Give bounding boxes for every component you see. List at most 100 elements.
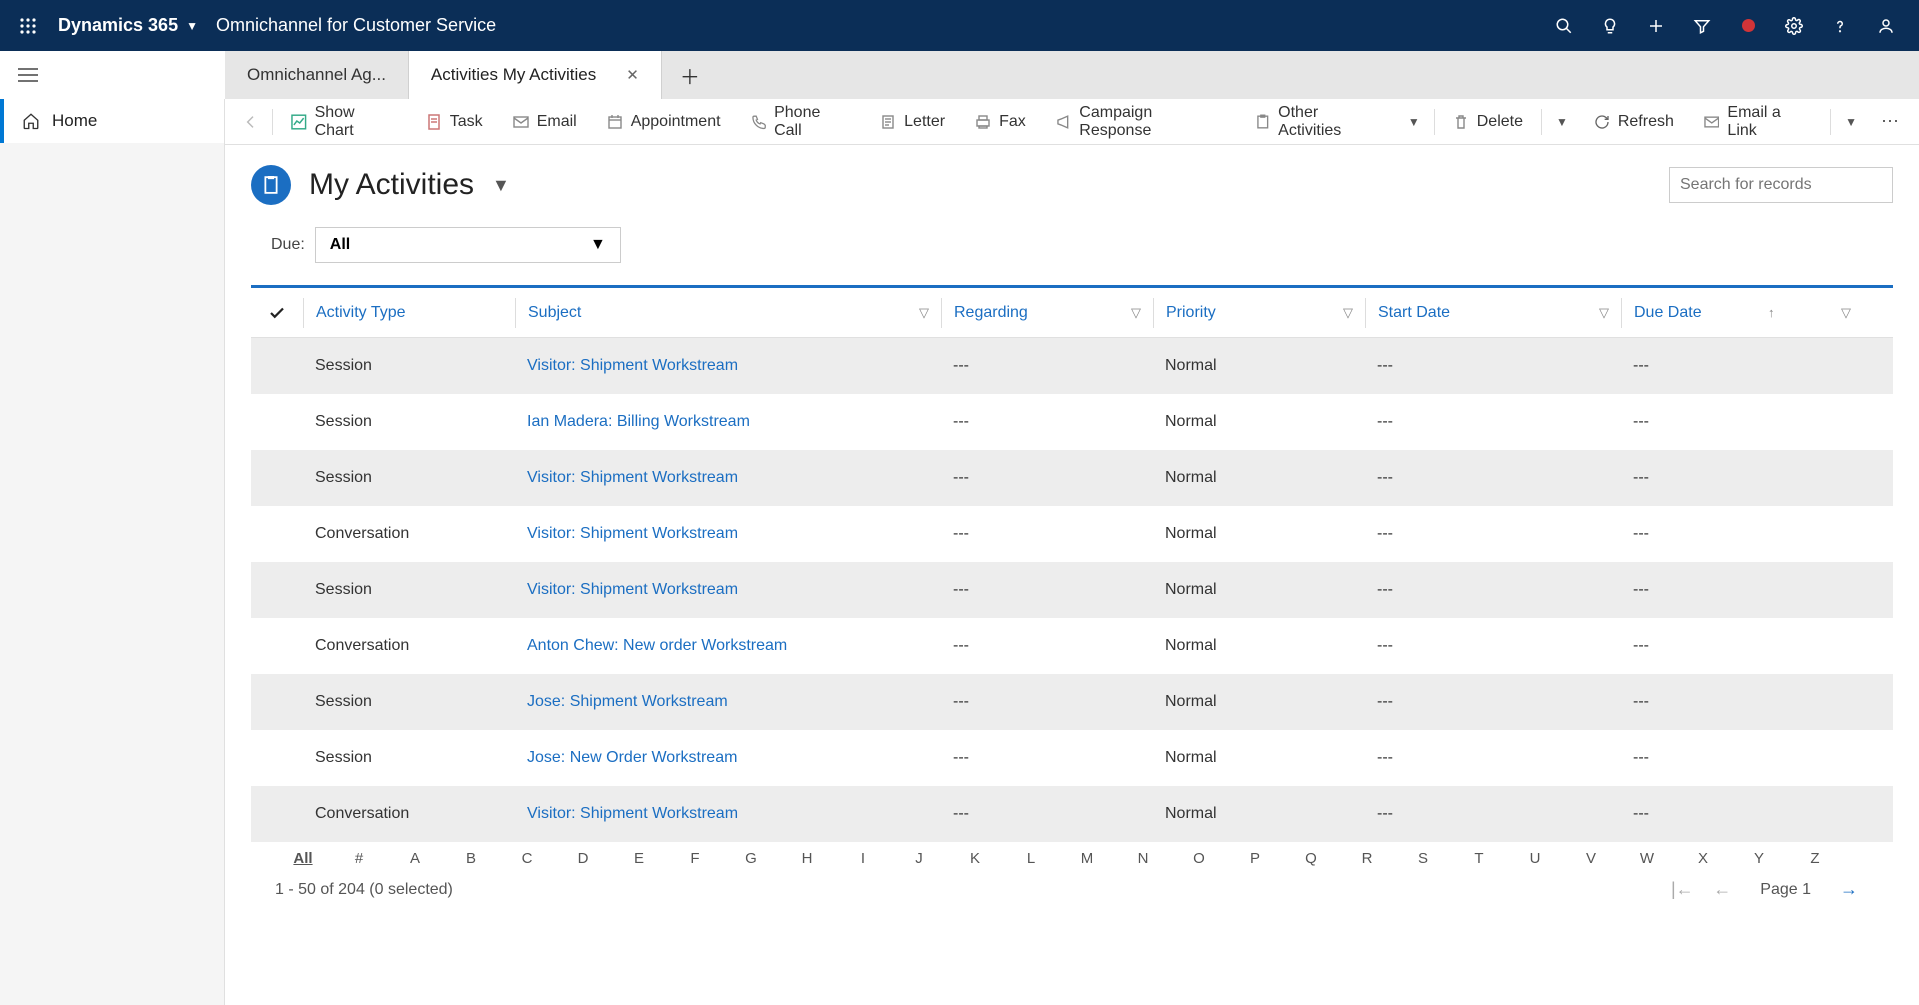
prev-page-button[interactable]: ← [1702, 879, 1742, 900]
table-row[interactable]: SessionVisitor: Shipment Workstream---No… [251, 338, 1893, 394]
settings-icon[interactable] [1771, 0, 1817, 51]
alpha-filter-a[interactable]: A [387, 850, 443, 867]
select-all-checkbox[interactable] [251, 298, 303, 328]
tab-activities[interactable]: Activities My Activities ✕ [409, 51, 662, 99]
alpha-filter-all[interactable]: All [275, 850, 331, 867]
table-row[interactable]: SessionIan Madera: Billing Workstream---… [251, 394, 1893, 450]
column-due-date[interactable]: Due Date↑▽ [1621, 298, 1863, 328]
fax-button[interactable]: Fax [961, 99, 1040, 145]
hamburger-icon[interactable] [18, 67, 38, 83]
close-icon[interactable]: ✕ [626, 66, 639, 84]
lightbulb-icon[interactable] [1587, 0, 1633, 51]
table-row[interactable]: ConversationVisitor: Shipment Workstream… [251, 786, 1893, 842]
next-page-button[interactable]: → [1829, 879, 1869, 900]
alpha-filter-w[interactable]: W [1619, 850, 1675, 867]
column-regarding[interactable]: Regarding▽ [941, 298, 1153, 328]
alpha-filter-p[interactable]: P [1227, 850, 1283, 867]
filter-icon[interactable]: ▽ [1131, 305, 1141, 321]
sidebar-item-home[interactable]: Home [0, 99, 224, 143]
cell-subject[interactable]: Anton Chew: New order Workstream [515, 637, 941, 655]
cell-subject[interactable]: Visitor: Shipment Workstream [515, 805, 941, 823]
due-select[interactable]: All ▼ [315, 227, 621, 263]
cell-subject[interactable]: Visitor: Shipment Workstream [515, 357, 941, 375]
record-search[interactable] [1669, 167, 1893, 203]
record-indicator[interactable] [1725, 0, 1771, 51]
delete-chevron[interactable]: ▼ [1546, 115, 1578, 129]
sort-asc-icon[interactable]: ↑ [1768, 305, 1775, 320]
cell-subject[interactable]: Jose: Shipment Workstream [515, 693, 941, 711]
alpha-filter-r[interactable]: R [1339, 850, 1395, 867]
alpha-filter-x[interactable]: X [1675, 850, 1731, 867]
refresh-button[interactable]: Refresh [1580, 99, 1688, 145]
campaign-response-button[interactable]: Campaign Response [1042, 99, 1239, 145]
cell-subject[interactable]: Visitor: Shipment Workstream [515, 581, 941, 599]
table-row[interactable]: SessionJose: New Order Workstream---Norm… [251, 730, 1893, 786]
filter-icon[interactable]: ▽ [919, 305, 929, 321]
alpha-filter-i[interactable]: I [835, 850, 891, 867]
column-priority[interactable]: Priority▽ [1153, 298, 1365, 328]
alpha-filter-y[interactable]: Y [1731, 850, 1787, 867]
view-switcher-chevron[interactable]: ▼ [492, 175, 510, 196]
filter-icon[interactable] [1679, 0, 1725, 51]
alpha-filter-k[interactable]: K [947, 850, 1003, 867]
email-link-chevron[interactable]: ▼ [1835, 115, 1867, 129]
cell-subject[interactable]: Jose: New Order Workstream [515, 749, 941, 767]
cell-subject[interactable]: Visitor: Shipment Workstream [515, 525, 941, 543]
table-row[interactable]: SessionJose: Shipment Workstream---Norma… [251, 674, 1893, 730]
table-row[interactable]: ConversationAnton Chew: New order Workst… [251, 618, 1893, 674]
filter-icon[interactable]: ▽ [1841, 305, 1851, 321]
alpha-filter-l[interactable]: L [1003, 850, 1059, 867]
column-subject[interactable]: Subject▽ [515, 298, 941, 328]
phone-call-button[interactable]: Phone Call [737, 99, 865, 145]
table-row[interactable]: SessionVisitor: Shipment Workstream---No… [251, 450, 1893, 506]
other-activities-button[interactable]: Other Activities [1241, 99, 1396, 145]
task-button[interactable]: Task [412, 99, 497, 145]
alpha-filter-j[interactable]: J [891, 850, 947, 867]
tab-omnichannel-agent[interactable]: Omnichannel Ag... [225, 51, 409, 99]
first-page-button[interactable]: |← [1662, 879, 1702, 900]
more-commands-button[interactable]: ⋯ [1869, 111, 1911, 132]
alpha-filter-t[interactable]: T [1451, 850, 1507, 867]
alpha-filter-n[interactable]: N [1115, 850, 1171, 867]
app-launcher-button[interactable] [10, 8, 46, 44]
back-button[interactable] [233, 114, 268, 130]
email-button[interactable]: Email [499, 99, 591, 145]
alpha-filter-g[interactable]: G [723, 850, 779, 867]
table-row[interactable]: ConversationVisitor: Shipment Workstream… [251, 506, 1893, 562]
help-icon[interactable] [1817, 0, 1863, 51]
user-icon[interactable] [1863, 0, 1909, 51]
column-activity-type[interactable]: Activity Type [303, 298, 515, 328]
alpha-filter-f[interactable]: F [667, 850, 723, 867]
cell-activity-type: Conversation [303, 637, 515, 655]
cell-subject[interactable]: Ian Madera: Billing Workstream [515, 413, 941, 431]
column-start-date[interactable]: Start Date▽ [1365, 298, 1621, 328]
alpha-filter-m[interactable]: M [1059, 850, 1115, 867]
add-tab-button[interactable]: ＋ [662, 51, 718, 99]
appointment-button[interactable]: Appointment [593, 99, 735, 145]
brand-switcher[interactable]: Dynamics 365 ▼ [58, 15, 198, 36]
show-chart-button[interactable]: Show Chart [277, 99, 410, 145]
alpha-filter-u[interactable]: U [1507, 850, 1563, 867]
alpha-filter-c[interactable]: C [499, 850, 555, 867]
add-icon[interactable] [1633, 0, 1679, 51]
alpha-filter-d[interactable]: D [555, 850, 611, 867]
search-input[interactable] [1680, 176, 1887, 194]
letter-button[interactable]: Letter [866, 99, 959, 145]
alpha-filter-z[interactable]: Z [1787, 850, 1843, 867]
alpha-filter-#[interactable]: # [331, 850, 387, 867]
cell-subject[interactable]: Visitor: Shipment Workstream [515, 469, 941, 487]
alpha-filter-b[interactable]: B [443, 850, 499, 867]
alpha-filter-q[interactable]: Q [1283, 850, 1339, 867]
alpha-filter-o[interactable]: O [1171, 850, 1227, 867]
delete-button[interactable]: Delete [1439, 99, 1537, 145]
filter-icon[interactable]: ▽ [1599, 305, 1609, 321]
alpha-filter-v[interactable]: V [1563, 850, 1619, 867]
alpha-filter-s[interactable]: S [1395, 850, 1451, 867]
table-row[interactable]: SessionVisitor: Shipment Workstream---No… [251, 562, 1893, 618]
alpha-filter-e[interactable]: E [611, 850, 667, 867]
filter-icon[interactable]: ▽ [1343, 305, 1353, 321]
search-icon[interactable] [1541, 0, 1587, 51]
email-link-button[interactable]: Email a Link [1690, 99, 1826, 145]
other-activities-chevron[interactable]: ▼ [1398, 115, 1430, 129]
alpha-filter-h[interactable]: H [779, 850, 835, 867]
